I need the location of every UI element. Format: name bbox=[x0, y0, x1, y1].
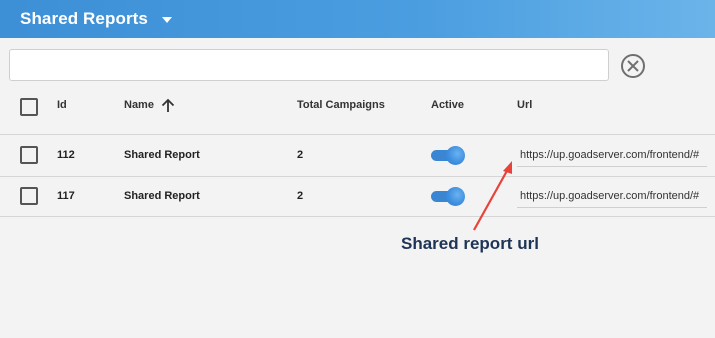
annotation-label: Shared report url bbox=[401, 234, 539, 253]
annotation-arrow-icon bbox=[473, 161, 512, 231]
